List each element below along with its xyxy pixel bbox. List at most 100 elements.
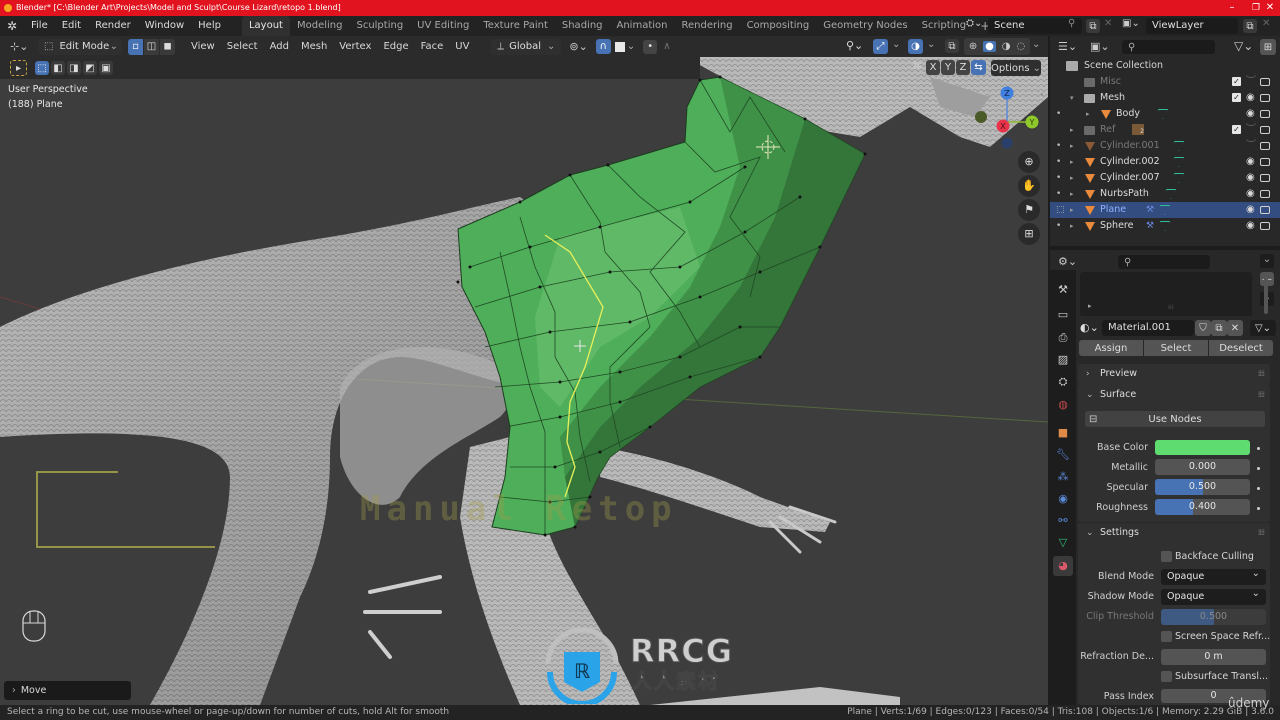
refraction-depth-field[interactable]: 0 m — [1161, 649, 1266, 665]
use-nodes-button[interactable]: ⊟ Use Nodes — [1085, 411, 1265, 427]
tab-uv-editing[interactable]: UV Editing — [410, 16, 476, 36]
mirror-y-button[interactable]: Y — [941, 60, 955, 75]
material-shading-button[interactable]: ◑ — [1002, 41, 1011, 52]
menu-vertex[interactable]: Vertex — [333, 41, 377, 52]
select-mode-extend-button[interactable]: ◧ — [51, 61, 65, 75]
properties-search-input[interactable]: ⚲ — [1118, 255, 1210, 269]
drag-handle-icon[interactable]: ⁞⁞⁞⁞ — [1258, 523, 1265, 543]
chevron-right-icon[interactable]: ▸ — [1086, 106, 1090, 122]
clip-threshold-slider[interactable]: 0.500 — [1161, 609, 1266, 625]
bullet-icon[interactable]: • — [1056, 154, 1061, 170]
select-mode-new-button[interactable]: ⬚ — [35, 61, 49, 75]
metallic-slider[interactable]: 0.000 — [1155, 459, 1250, 475]
expand-icon[interactable]: ▸ — [1088, 302, 1092, 310]
bullet-icon[interactable]: • — [1056, 170, 1061, 186]
eye-closed-icon[interactable]: ︶ — [1246, 122, 1256, 138]
assign-button[interactable]: Assign — [1079, 340, 1143, 356]
mesh-data-icon[interactable] — [1174, 157, 1184, 167]
new-collection-button[interactable]: ⊞ — [1260, 39, 1276, 55]
eye-closed-icon[interactable]: ︶ — [1246, 138, 1256, 154]
tab-animation[interactable]: Animation — [610, 16, 675, 36]
snap-target-icon[interactable] — [614, 41, 625, 52]
camera-render-icon[interactable] — [1260, 94, 1270, 102]
blender-menu-icon[interactable]: ✲ — [0, 19, 24, 33]
shadow-mode-dropdown[interactable]: Opaque — [1161, 586, 1266, 605]
bullet-icon[interactable]: • — [1056, 218, 1061, 234]
vertex-select-mode-button[interactable]: ▫ — [128, 38, 143, 55]
new-viewlayer-button[interactable]: ⧉ — [1243, 19, 1257, 33]
particles-tab-icon[interactable]: ⁂ — [1056, 470, 1070, 484]
menu-help[interactable]: Help — [191, 16, 228, 36]
mirror-x-button[interactable]: X — [926, 60, 940, 75]
tab-modeling[interactable]: Modeling — [290, 16, 350, 36]
tab-texture-paint[interactable]: Texture Paint — [476, 16, 555, 36]
camera-render-icon[interactable] — [1260, 190, 1270, 198]
settings-panel-header[interactable]: ⌄ Settings ⁞⁞⁞⁞ — [1078, 523, 1270, 543]
camera-render-icon[interactable] — [1260, 206, 1270, 214]
modifier-tab-icon[interactable]: 🔧︎ — [1056, 448, 1070, 462]
auto-merge-button[interactable]: ⇆ — [971, 60, 986, 75]
bullet-icon[interactable]: • — [1056, 106, 1061, 122]
material-browse-icon[interactable]: ◐⌄ — [1080, 321, 1099, 334]
material-tab-icon[interactable]: ◕ — [1053, 556, 1073, 576]
overlay-toggle-button[interactable]: ◑ — [908, 39, 923, 54]
chevron-right-icon[interactable]: ▸ — [1070, 186, 1074, 202]
exclude-checkbox[interactable]: ✓ — [1232, 77, 1241, 86]
world-tab-icon[interactable]: ◍ — [1056, 398, 1070, 412]
eye-icon[interactable]: ◉ — [1246, 170, 1255, 186]
visibility-selectability-icon[interactable]: ⚲⌄ — [846, 39, 863, 52]
edge-select-mode-button[interactable]: ◫ — [144, 38, 159, 55]
outliner-row[interactable]: • ▸ Cylinder.001 ︶ — [1050, 138, 1280, 154]
camera-render-icon[interactable] — [1260, 110, 1270, 118]
outliner-row[interactable]: • ▸ Cylinder.007 ◉ — [1050, 170, 1280, 186]
wireframe-shading-button[interactable]: ⊕ — [969, 41, 977, 52]
render-tab-icon[interactable]: ▭ — [1056, 308, 1070, 322]
menu-view[interactable]: View — [185, 41, 221, 52]
outliner-row-scene-collection[interactable]: Scene Collection — [1050, 58, 1280, 74]
screen-space-refraction-checkbox[interactable] — [1161, 631, 1172, 642]
modifier-wrench-icon[interactable]: ⚒ — [1146, 218, 1154, 234]
constraints-tab-icon[interactable]: ⚯ — [1056, 514, 1070, 528]
material-slot-list[interactable]: ▸ ⁞⁞⁞ — [1080, 272, 1252, 316]
select-mode-invert-button[interactable]: ◩ — [83, 61, 97, 75]
mesh-data-icon[interactable] — [1174, 141, 1184, 151]
camera-render-icon[interactable] — [1260, 174, 1270, 182]
scene-selector-icon[interactable]: ⛭⌄ — [966, 18, 984, 34]
delete-viewlayer-icon[interactable]: ✕ — [1262, 18, 1270, 29]
outliner-row[interactable]: • ▸ NurbsPath ◉ — [1050, 186, 1280, 202]
preview-panel-header[interactable]: › Preview ⁞⁞⁞⁞ — [1078, 364, 1270, 384]
outliner-row[interactable]: • ▸ Sphere ⚒ ◉ — [1050, 218, 1280, 234]
properties-scrollbar[interactable] — [1264, 274, 1268, 314]
eye-icon[interactable]: ◉ — [1246, 202, 1255, 218]
display-mode-icon[interactable]: ☰⌄ — [1058, 40, 1077, 53]
mesh-data-icon[interactable] — [1166, 189, 1176, 199]
eye-icon[interactable]: ◉ — [1246, 218, 1255, 234]
close-button[interactable]: ✕ — [1258, 0, 1280, 16]
face-select-mode-button[interactable]: ◼ — [160, 38, 175, 55]
toggle-perspective-button[interactable]: ⊞ — [1018, 223, 1040, 245]
mode-dropdown[interactable]: ⬚ Edit Mode ⌄ — [38, 38, 122, 55]
mesh-data-tab-icon[interactable]: ▽ — [1056, 536, 1070, 550]
select-button[interactable]: Select — [1144, 340, 1208, 356]
3d-viewport[interactable]: ▸ ⬚ ◧ ◨ ◩ ▣ ⌘ X Y Z ⇆ Options ⌄ User Pers… — [0, 57, 1048, 705]
menu-mesh[interactable]: Mesh — [295, 41, 333, 52]
minimize-button[interactable]: – — [1220, 0, 1244, 16]
subsurface-translucency-checkbox[interactable] — [1161, 671, 1172, 682]
eye-icon[interactable]: ◉ — [1246, 154, 1255, 170]
camera-render-icon[interactable] — [1260, 142, 1270, 150]
exclude-checkbox[interactable]: ✓ — [1232, 93, 1241, 102]
chevron-right-icon[interactable]: ▸ — [1070, 218, 1074, 234]
output-tab-icon[interactable]: ⎙ — [1056, 331, 1070, 345]
panel-options-dropdown[interactable]: ⌄ — [1260, 254, 1274, 268]
solid-shading-button[interactable]: ● — [983, 41, 996, 52]
last-operator-panel[interactable]: › Move — [4, 681, 131, 700]
menu-window[interactable]: Window — [138, 16, 191, 36]
chevron-right-icon[interactable]: ▸ — [1070, 122, 1074, 138]
mirror-z-button[interactable]: Z — [956, 60, 970, 75]
eye-icon[interactable]: ◉ — [1246, 106, 1255, 122]
tab-layout[interactable]: Layout — [241, 16, 290, 36]
select-tool-button[interactable]: ▸ — [10, 60, 27, 76]
pin-scene-icon[interactable]: ⚲ — [1068, 18, 1075, 29]
specular-slider[interactable]: 0.500 — [1155, 479, 1250, 495]
filter-view-icon[interactable]: ▣⌄ — [1090, 40, 1110, 53]
